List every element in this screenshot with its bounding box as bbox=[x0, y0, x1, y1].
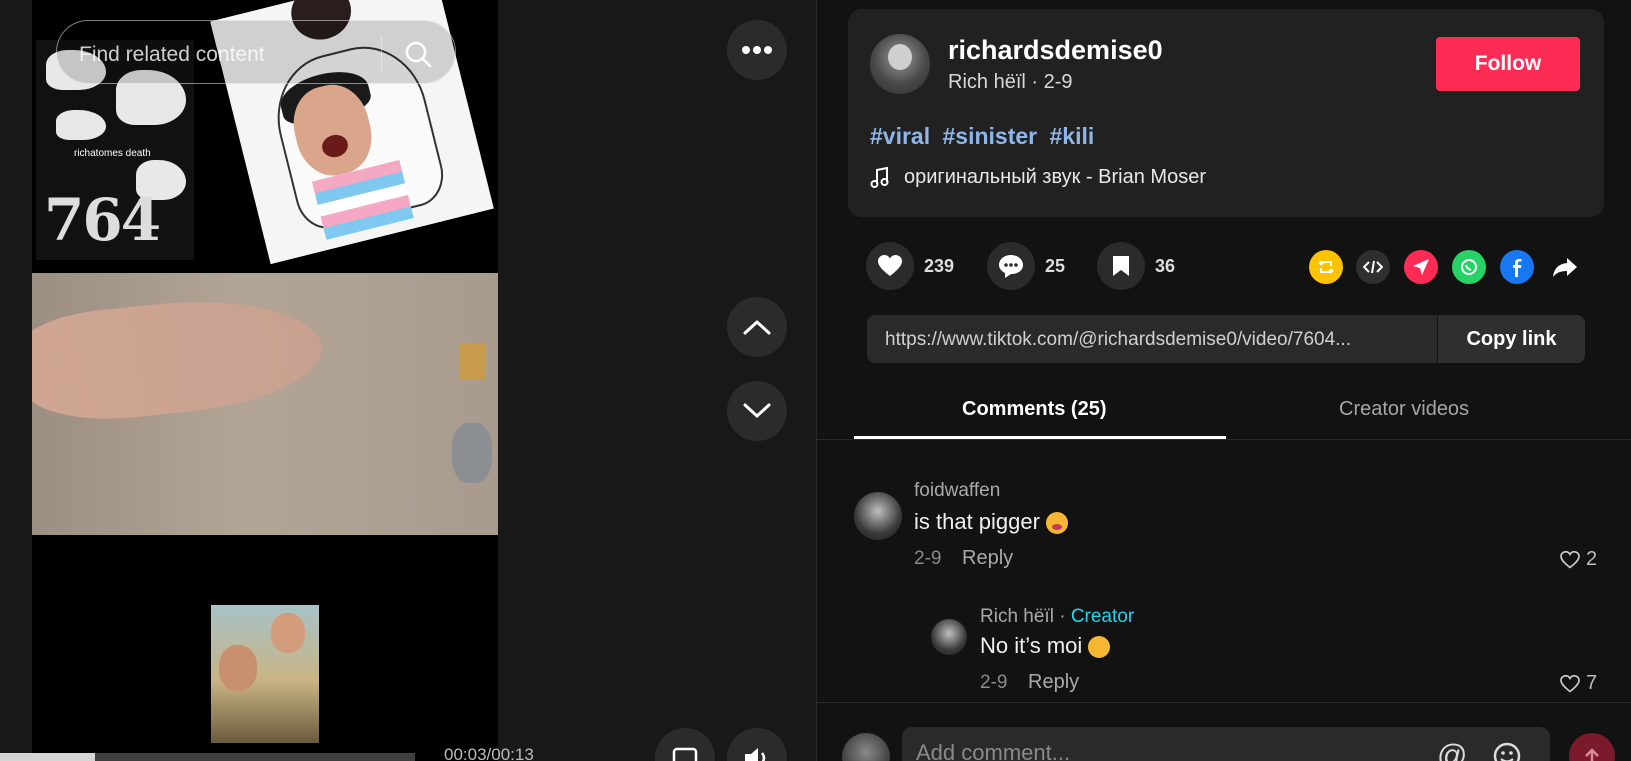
comment-text: No it’s moi bbox=[980, 633, 1111, 659]
search-placeholder: Find related content bbox=[79, 43, 265, 66]
author-avatar[interactable] bbox=[870, 34, 930, 94]
music-note-icon bbox=[870, 166, 889, 188]
hashtag-link[interactable]: #viral bbox=[870, 123, 930, 149]
comment-list: foidwaffen is that pigger 2-9 Reply 2 Ri… bbox=[817, 440, 1631, 702]
tab-creator-videos[interactable]: Creator videos bbox=[1339, 398, 1469, 421]
commenter-avatar[interactable] bbox=[931, 619, 967, 655]
video-panel-middle bbox=[32, 273, 498, 535]
reply-button[interactable]: Reply bbox=[962, 547, 1013, 570]
chevron-up-icon bbox=[743, 320, 771, 335]
facebook-icon[interactable] bbox=[1500, 250, 1534, 284]
crying-emoji-icon bbox=[1045, 512, 1068, 535]
comment-like-count: 2 bbox=[1586, 548, 1598, 570]
author-username[interactable]: richardsdemise0 bbox=[948, 35, 1163, 66]
follow-button[interactable]: Follow bbox=[1436, 37, 1580, 91]
reply-button[interactable]: Reply bbox=[1028, 671, 1079, 694]
emoji-picker-icon[interactable] bbox=[1492, 741, 1522, 761]
video-player[interactable]: richatomes death 764 bbox=[32, 0, 498, 761]
save-button[interactable] bbox=[1097, 242, 1145, 290]
share-url[interactable]: https://www.tiktok.com/@richardsdemise0/… bbox=[885, 329, 1425, 351]
search-icon[interactable] bbox=[403, 39, 433, 69]
sound-name: оригинальный звук - Brian Moser bbox=[904, 166, 1206, 188]
like-action[interactable]: 239 bbox=[866, 241, 954, 291]
comment-date: 2-9 bbox=[980, 672, 1008, 693]
more-options-button[interactable] bbox=[727, 20, 787, 80]
save-action[interactable]: 36 bbox=[1097, 241, 1175, 291]
hashtag-link[interactable]: #kili bbox=[1050, 123, 1095, 149]
pip-icon bbox=[672, 747, 698, 761]
creator-badge: Creator bbox=[1070, 606, 1135, 627]
commenter-name[interactable]: foidwaffen bbox=[914, 480, 1000, 502]
comment-like[interactable]: 2 bbox=[1560, 548, 1597, 571]
comment-count: 25 bbox=[1045, 255, 1066, 276]
video-panel-bottom-image bbox=[211, 605, 319, 743]
copy-link-button[interactable]: Copy link bbox=[1437, 315, 1585, 363]
more-icon bbox=[742, 46, 772, 54]
hashtags: #viral #sinister #kili bbox=[870, 123, 1100, 150]
video-info-card: richardsdemise0 Rich hëïl · 2-9 Follow #… bbox=[848, 9, 1604, 217]
picture-in-picture-button[interactable] bbox=[655, 728, 715, 761]
volume-icon bbox=[745, 748, 766, 761]
related-search[interactable]: Find related content bbox=[56, 20, 456, 84]
video-progress-bar[interactable] bbox=[0, 753, 415, 761]
video-time: 00:03/00:13 bbox=[444, 745, 534, 761]
arrow-up-icon bbox=[1585, 748, 1599, 761]
comment-action[interactable]: 25 bbox=[987, 241, 1065, 291]
send-icon[interactable] bbox=[1404, 250, 1438, 284]
details-panel: richardsdemise0 Rich hëïl · 2-9 Follow #… bbox=[816, 0, 1631, 761]
heart-icon bbox=[878, 255, 902, 276]
active-tab-indicator bbox=[854, 436, 1226, 439]
volume-button[interactable] bbox=[727, 728, 787, 761]
poster-text: richatomes death bbox=[74, 148, 151, 159]
comment-like-count: 7 bbox=[1586, 672, 1598, 694]
comment-date: 2-9 bbox=[914, 548, 942, 569]
whatsapp-icon[interactable] bbox=[1452, 250, 1486, 284]
tab-comments[interactable]: Comments (25) bbox=[962, 398, 1106, 421]
previous-video-button[interactable] bbox=[727, 297, 787, 357]
comment-like[interactable]: 7 bbox=[1560, 672, 1597, 695]
sound-link[interactable]: оригинальный звук - Brian Moser bbox=[870, 166, 1206, 189]
video-area: richatomes death 764 Find related conten… bbox=[0, 0, 816, 761]
share-arrow-icon[interactable] bbox=[1548, 250, 1582, 284]
like-button[interactable] bbox=[866, 242, 914, 290]
poster-number: 764 bbox=[44, 186, 161, 254]
comment-bubble-icon bbox=[999, 255, 1023, 278]
embed-icon[interactable] bbox=[1356, 250, 1390, 284]
app-root: richatomes death 764 Find related conten… bbox=[0, 0, 1631, 761]
save-count: 36 bbox=[1155, 255, 1176, 276]
comment-composer: @ bbox=[817, 702, 1631, 761]
search-divider bbox=[381, 35, 382, 71]
tabs: Comments (25) Creator videos bbox=[817, 380, 1631, 440]
grin-emoji-icon bbox=[1088, 636, 1111, 659]
video-progress-fill bbox=[0, 753, 96, 761]
hashtag-link[interactable]: #sinister bbox=[943, 123, 1038, 149]
author-display-date: Rich hëïl · 2-9 bbox=[948, 71, 1073, 93]
comment-text: is that pigger bbox=[914, 509, 1068, 535]
commenter-name[interactable]: Rich hëïl · Creator bbox=[980, 606, 1134, 628]
comment-button[interactable] bbox=[987, 242, 1035, 290]
next-video-button[interactable] bbox=[727, 381, 787, 441]
like-count: 239 bbox=[924, 255, 955, 276]
heart-outline-icon bbox=[1560, 674, 1580, 693]
current-user-avatar bbox=[842, 733, 890, 761]
repost-icon[interactable] bbox=[1309, 250, 1343, 284]
commenter-avatar[interactable] bbox=[854, 492, 902, 540]
chevron-down-icon bbox=[743, 403, 771, 418]
heart-outline-icon bbox=[1560, 550, 1580, 569]
bookmark-icon bbox=[1113, 256, 1129, 276]
post-comment-button[interactable] bbox=[1569, 733, 1615, 761]
share-link-box: https://www.tiktok.com/@richardsdemise0/… bbox=[867, 315, 1585, 363]
mention-icon[interactable]: @ bbox=[1437, 739, 1467, 761]
